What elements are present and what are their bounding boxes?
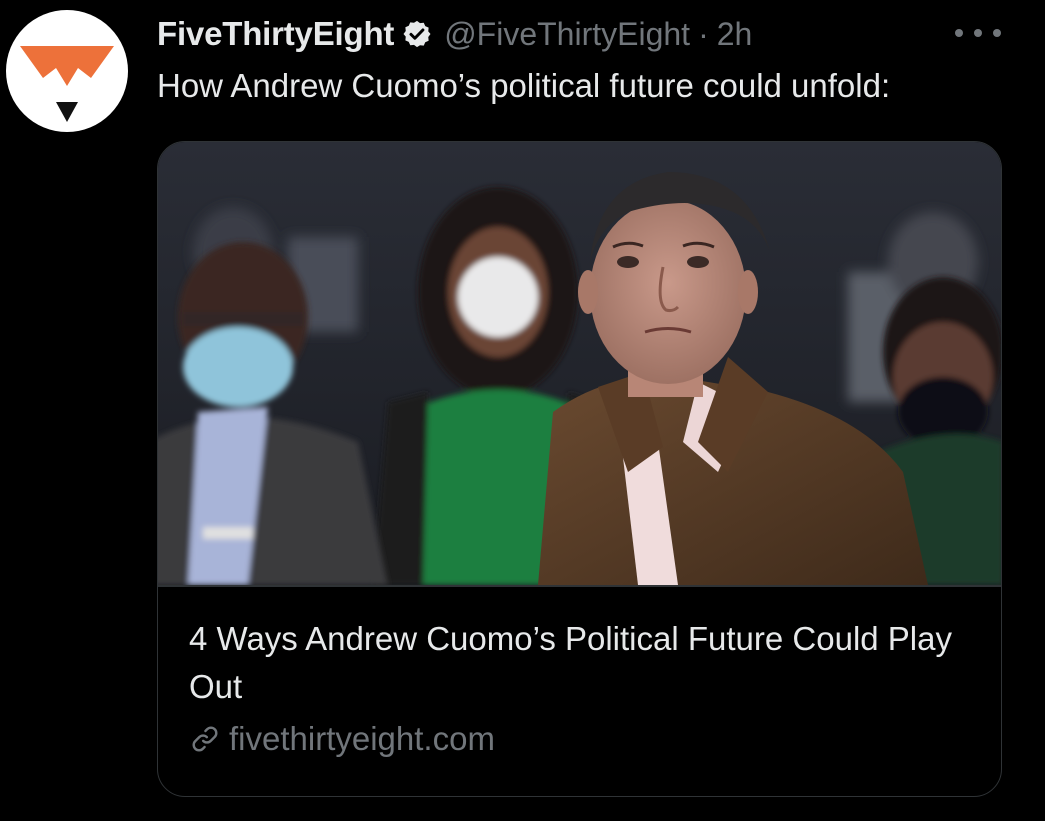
author-display-name[interactable]: FiveThirtyEight: [157, 15, 394, 53]
avatar[interactable]: [6, 10, 128, 132]
news-photo: [158, 142, 1001, 585]
tweet-header: FiveThirtyEight @FiveThirtyEight · 2h: [157, 12, 752, 56]
tweet-timestamp[interactable]: 2h: [717, 16, 753, 53]
card-domain[interactable]: fivethirtyeight.com: [189, 720, 495, 758]
more-dot: [955, 29, 963, 37]
more-options-icon[interactable]: [955, 18, 1001, 48]
link-icon: [189, 723, 221, 755]
fivethirtyeight-fox-logo-icon: [20, 46, 114, 122]
verified-badge-icon: [402, 19, 432, 49]
more-dot: [993, 29, 1001, 37]
author-handle[interactable]: @FiveThirtyEight: [444, 16, 690, 53]
card-title[interactable]: 4 Ways Andrew Cuomo’s Political Future C…: [189, 615, 979, 711]
card-image[interactable]: [158, 142, 1001, 585]
card-divider: [158, 585, 1001, 587]
tweet-text: How Andrew Cuomo’s political future coul…: [157, 67, 891, 104]
link-card[interactable]: 4 Ways Andrew Cuomo’s Political Future C…: [157, 141, 1002, 797]
card-domain-text: fivethirtyeight.com: [229, 720, 495, 757]
separator-dot: ·: [698, 15, 709, 52]
more-dot: [974, 29, 982, 37]
